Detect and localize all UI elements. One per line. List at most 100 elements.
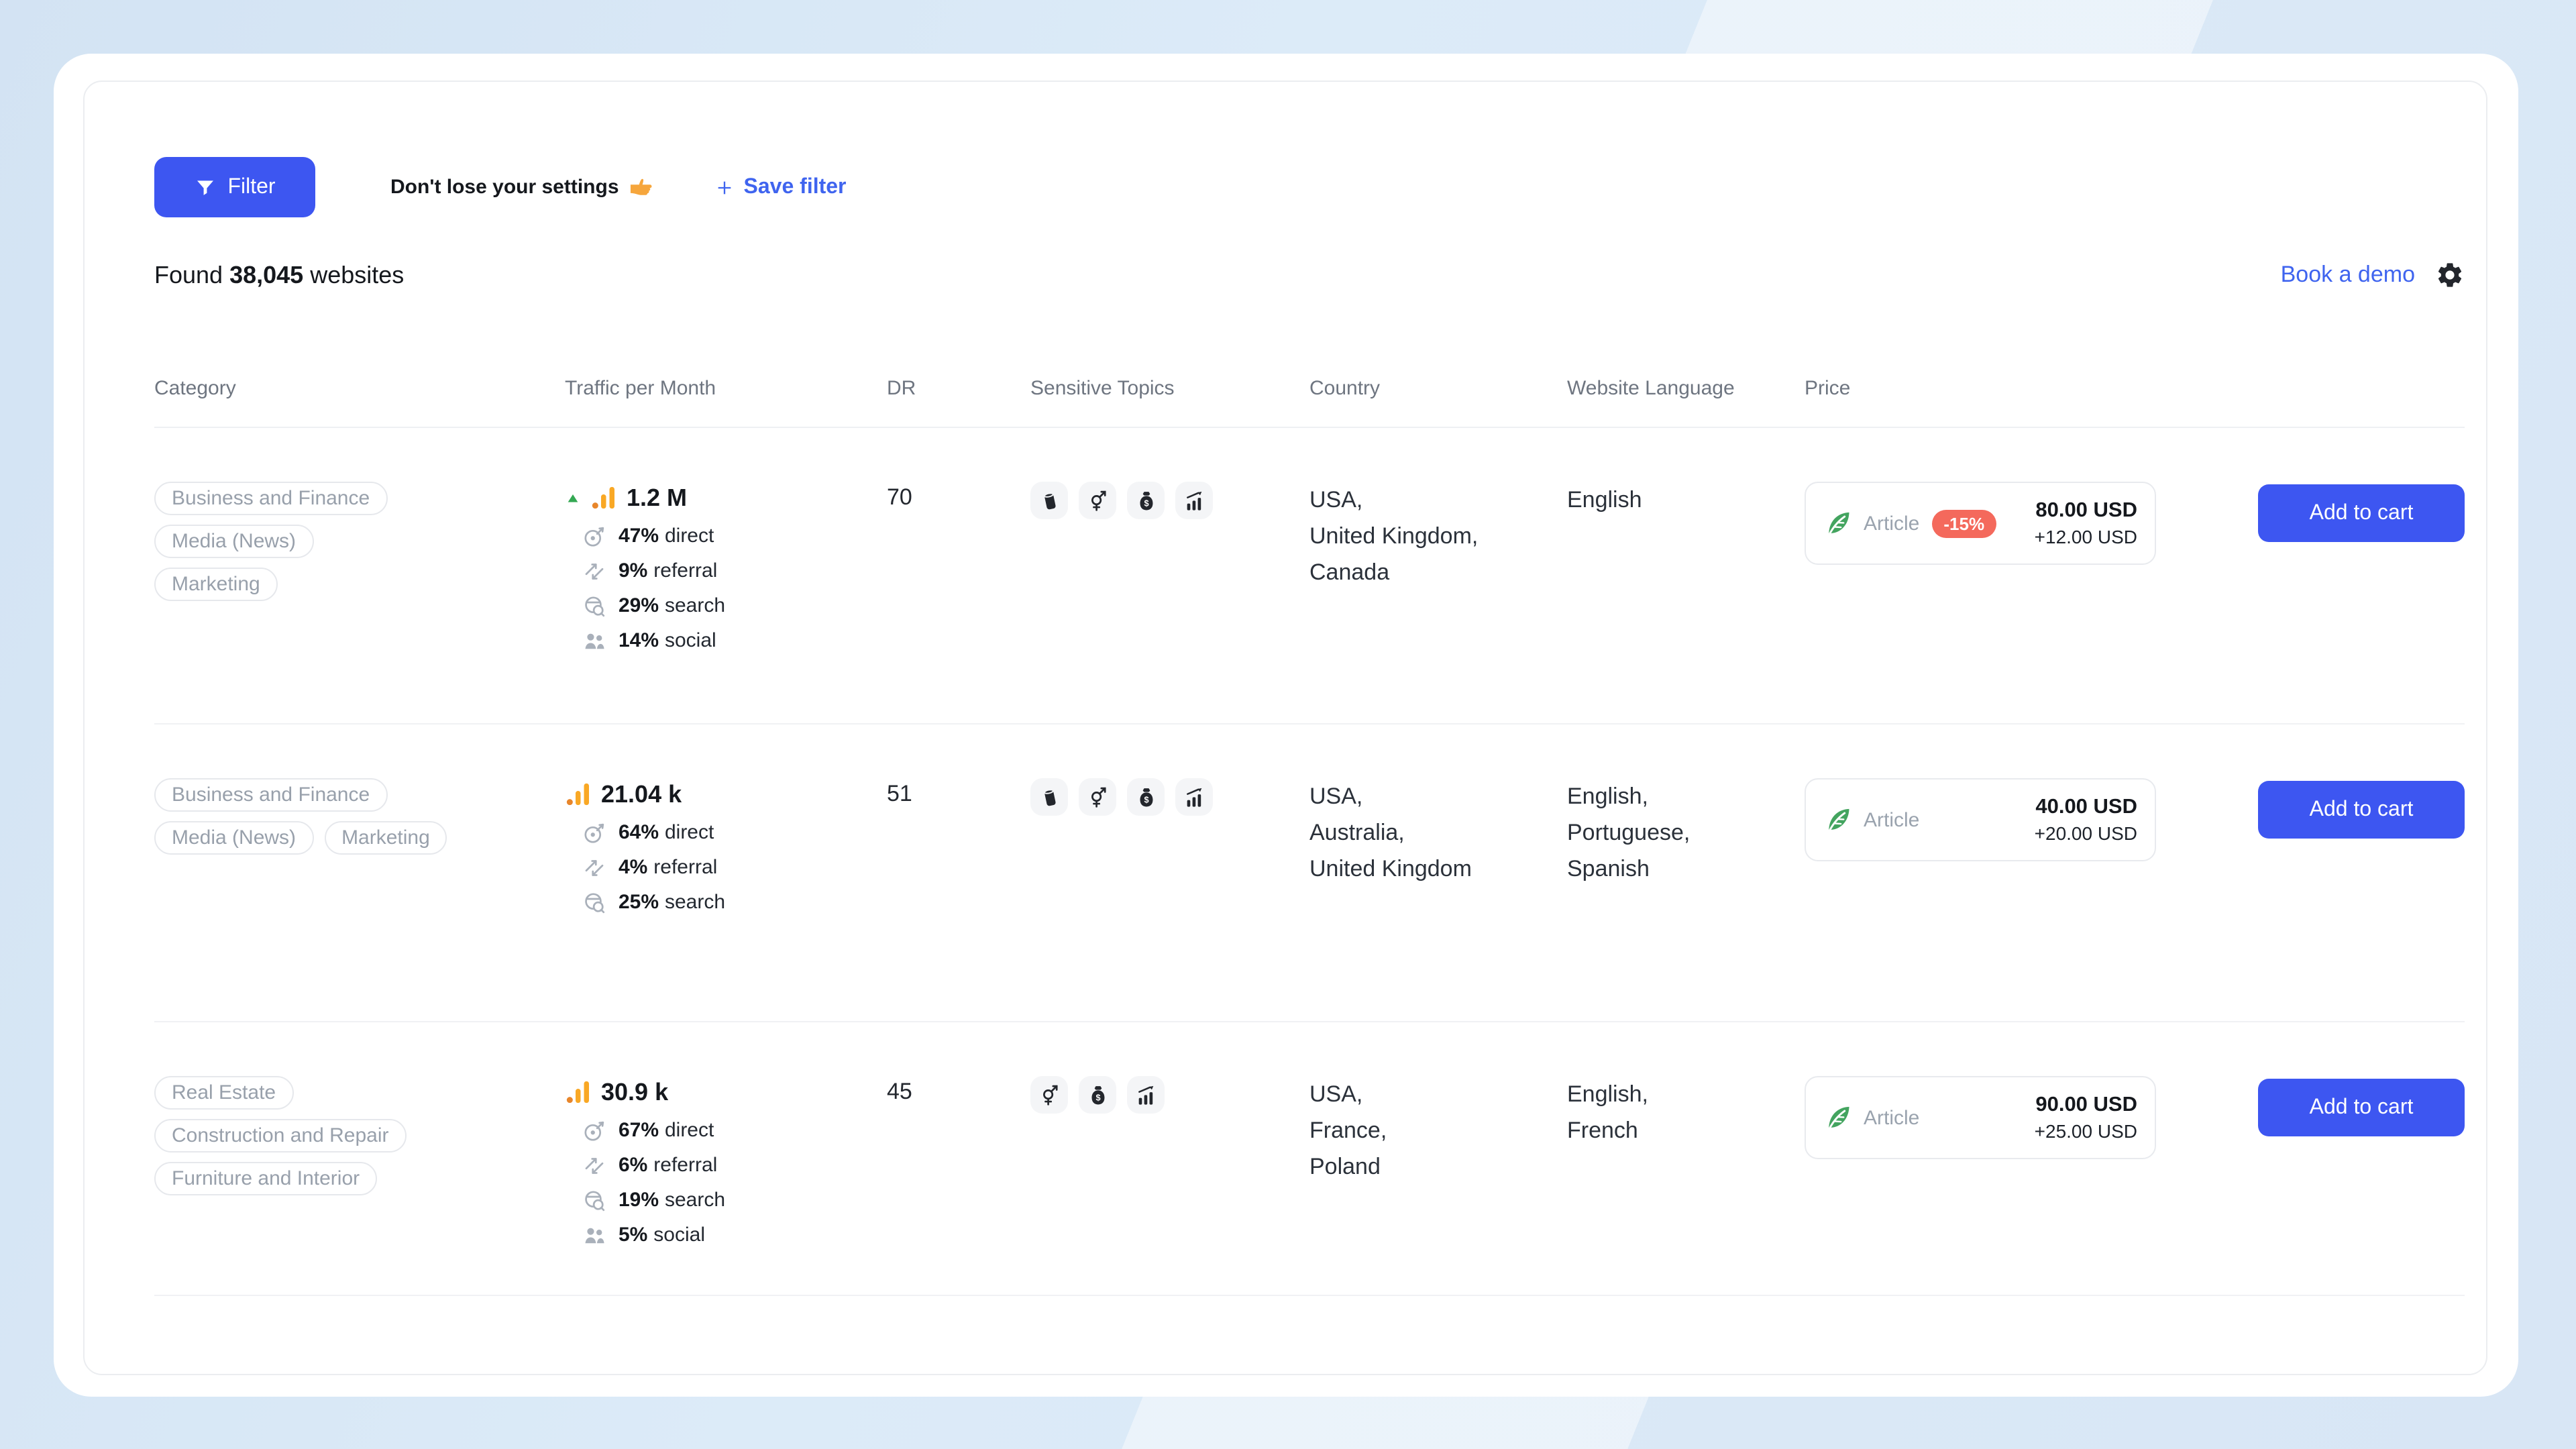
results-count: Found 38,045 websites [154,261,404,289]
referral-arrows-icon [582,855,606,879]
search-globe-icon [582,594,606,618]
traffic-value: 14% [619,629,659,651]
category-tag: Marketing [154,568,278,601]
country-cell: USA, France, Poland [1309,1076,1567,1185]
category-tag: Marketing [324,821,447,855]
language-line: French [1567,1112,1805,1148]
traffic-label: direct [665,820,714,843]
found-count: 38,045 [229,261,303,289]
language-line: English, [1567,778,1805,814]
add-to-cart-button[interactable]: Add to cart [2258,1079,2465,1136]
price-amount: 90.00 USD [2035,1091,2137,1118]
found-prefix: Found [154,261,223,289]
price-card[interactable]: Article -15% 80.00 USD +12.00 USD [1805,482,2156,565]
referral-arrows-icon [582,559,606,583]
traffic-label: social [665,629,716,651]
trading-icon [1175,482,1213,519]
traffic-label: search [665,594,725,616]
traffic-value: 64% [619,820,659,843]
category-tag: Real Estate [154,1076,293,1110]
book-demo-link[interactable]: Book a demo [2281,262,2415,288]
header-language: Website Language [1567,376,1805,402]
traffic-cell: 21.04 k 64% direct 4% referral 25% [565,778,887,924]
price-type: Article [1864,512,1919,535]
category-tag: Construction and Repair [154,1119,407,1152]
traffic-value: 6% [619,1153,647,1176]
social-users-icon [582,1223,606,1247]
table-header: Category Traffic per Month DR Sensitive … [154,376,2465,428]
direct-target-icon [582,524,606,548]
filter-button[interactable]: Filter [154,157,315,217]
price-cell: Article 40.00 USD +20.00 USD [1805,778,2257,861]
settings-hint-text: Don't lose your settings [390,176,619,199]
referral-arrows-icon [582,1153,606,1177]
traffic-label: social [653,1223,705,1246]
traffic-label: referral [653,559,717,582]
filter-button-label: Filter [227,175,275,199]
filter-bar: Filter Don't lose your settings Save fil… [154,157,2465,217]
price-type: Article [1864,1106,1919,1129]
page-background: Filter Don't lose your settings Save fil… [0,0,2576,1449]
category-cell: Real Estate Construction and Repair Furn… [154,1076,565,1205]
sensitive-topics-cell [1030,482,1309,519]
adult-content-icon [1079,778,1116,816]
gambling-icon [1127,778,1165,816]
language-cell: English [1567,482,1805,518]
country-line: Australia, [1309,814,1567,851]
settings-gear-icon[interactable] [2435,260,2465,290]
alcohol-icon [1030,482,1068,519]
price-card[interactable]: Article 40.00 USD +20.00 USD [1805,778,2156,861]
price-cell: Article 90.00 USD +25.00 USD [1805,1076,2257,1159]
price-type: Article [1864,808,1919,831]
price-amount: 40.00 USD [2035,794,2137,820]
direct-target-icon [582,1118,606,1142]
country-line: USA, [1309,1076,1567,1112]
summary-bar: Found 38,045 websites Book a demo [154,260,2465,290]
header-actions [2257,376,2465,402]
language-cell: English, Portuguese, Spanish [1567,778,1805,887]
header-dr: DR [887,376,1030,402]
traffic-cell: 30.9 k 67% direct 6% referral 19% s [565,1076,887,1257]
country-cell: USA, Australia, United Kingdom [1309,778,1567,887]
country-cell: USA, United Kingdom, Canada [1309,482,1567,590]
price-cell: Article -15% 80.00 USD +12.00 USD [1805,482,2257,565]
demo-group: Book a demo [2281,260,2465,290]
traffic-value: 9% [619,559,647,582]
feather-icon [1823,1100,1853,1135]
search-globe-icon [582,1188,606,1212]
price-surcharge: +25.00 USD [2035,1118,2137,1144]
category-tag: Furniture and Interior [154,1162,377,1195]
table-row: Business and Finance Media (News) Market… [154,724,2465,1022]
gambling-icon [1079,1076,1116,1114]
country-line: France, [1309,1112,1567,1148]
language-cell: English, French [1567,1076,1805,1148]
analytics-bars-icon [565,781,592,808]
dr-value: 70 [887,482,1030,511]
add-to-cart-button[interactable]: Add to cart [2258,484,2465,542]
pointing-hand-icon [629,174,654,200]
category-tag: Business and Finance [154,778,387,812]
add-to-cart-button[interactable]: Add to cart [2258,781,2465,839]
traffic-cell: 1.2 M 47% direct 9% referral 29% se [565,482,887,663]
table-row: Real Estate Construction and Repair Furn… [154,1022,2465,1296]
header-category: Category [154,376,565,402]
traffic-value: 25% [619,890,659,913]
adult-content-icon [1079,482,1116,519]
category-cell: Business and Finance Media (News) Market… [154,482,565,610]
traffic-value: 4% [619,855,647,878]
save-filter-link[interactable]: Save filter [716,175,847,199]
traffic-label: direct [665,1118,714,1141]
traffic-value: 47% [619,524,659,547]
price-card[interactable]: Article 90.00 USD +25.00 USD [1805,1076,2156,1159]
country-line: Canada [1309,554,1567,590]
direct-target-icon [582,820,606,845]
gambling-icon [1127,482,1165,519]
traffic-value: 29% [619,594,659,616]
search-globe-icon [582,890,606,914]
dr-value: 51 [887,778,1030,808]
traffic-value: 19% [619,1188,659,1211]
table-row: Business and Finance Media (News) Market… [154,428,2465,724]
actions-cell: Add to cart [2257,1076,2465,1136]
category-cell: Business and Finance Media (News) Market… [154,778,565,864]
trend-up-icon [565,490,581,505]
